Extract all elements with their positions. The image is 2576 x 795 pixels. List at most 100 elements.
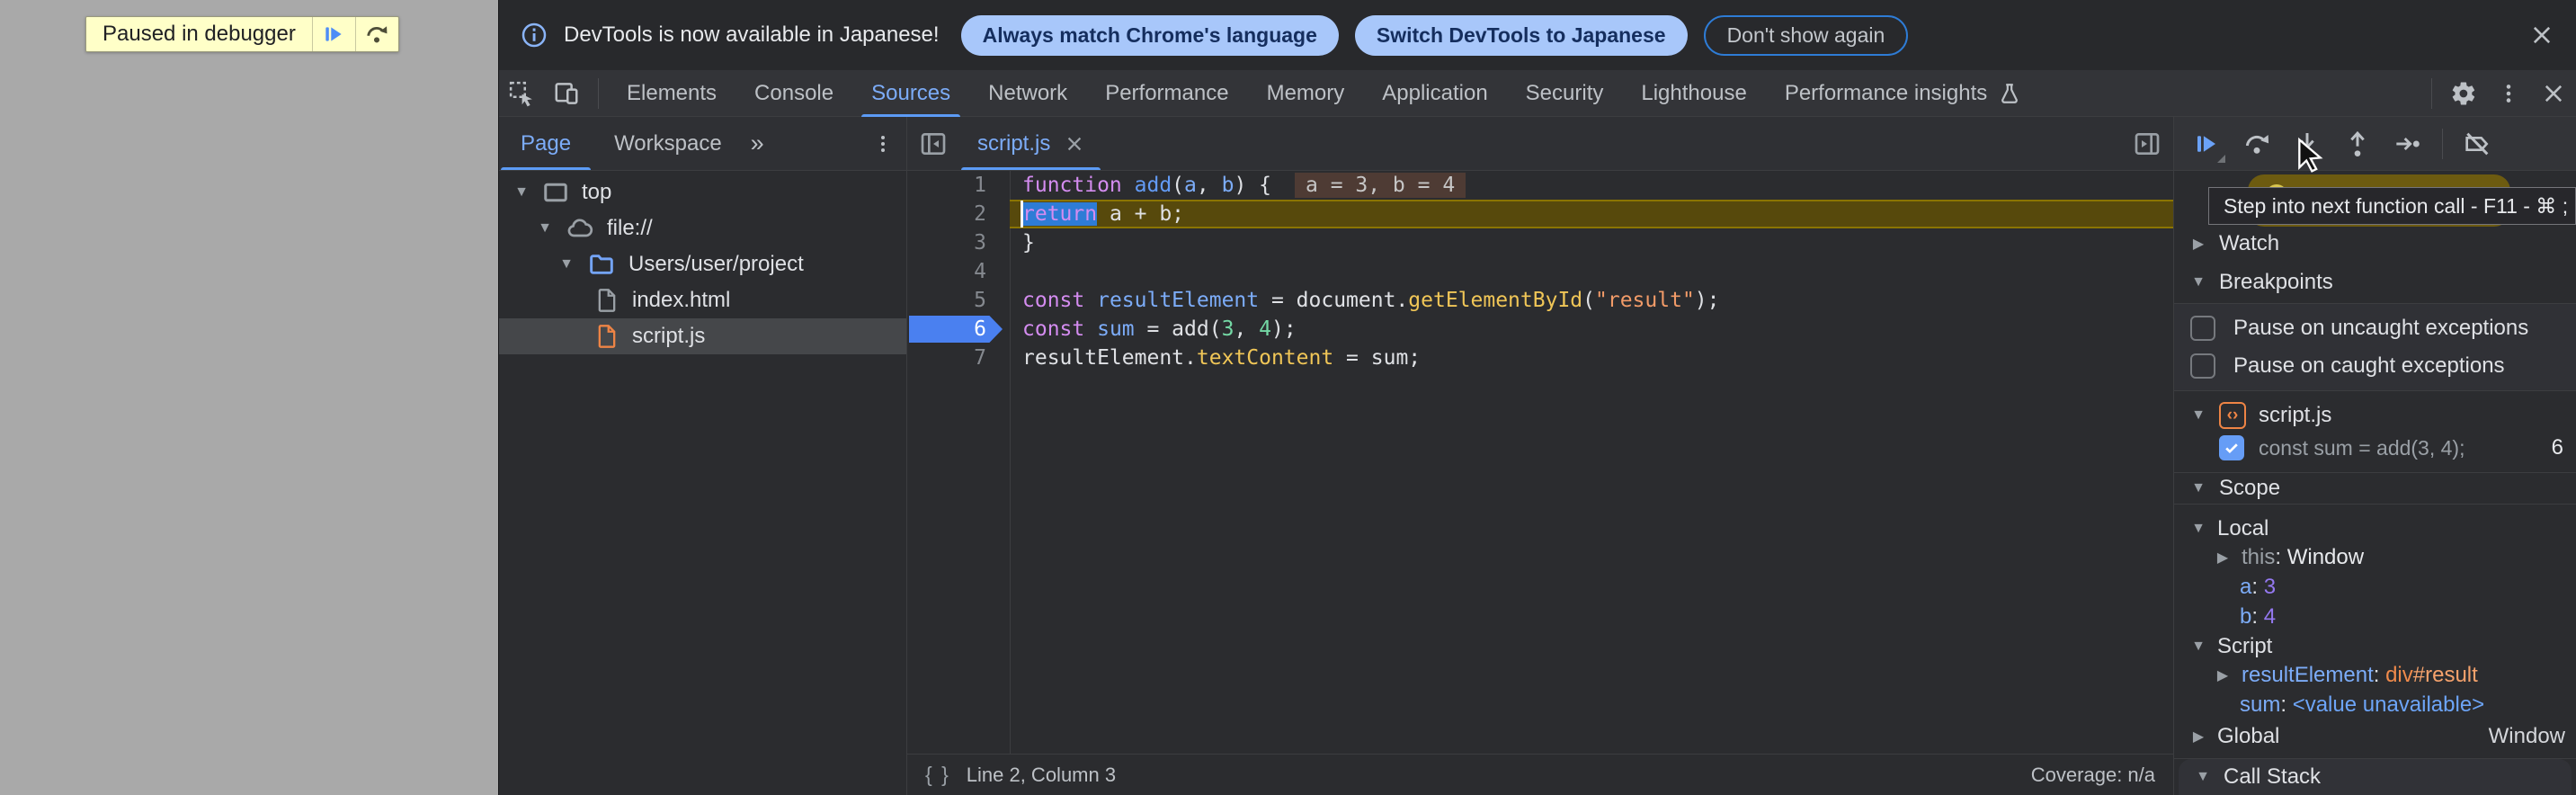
tab-network[interactable]: Network [969, 70, 1086, 117]
breakpoint-entry[interactable]: const sum = add(3, 4); 6 [2174, 432, 2576, 465]
tab-memory[interactable]: Memory [1248, 70, 1364, 117]
scope-var-sum[interactable]: sum: <value unavailable> [2174, 691, 2576, 720]
line-number[interactable]: 1 [907, 174, 1010, 197]
code-line-7[interactable]: 7 resultElement.textContent = sum; [907, 344, 2173, 372]
tab-sources[interactable]: Sources [852, 70, 969, 117]
code-line-2-paused[interactable]: 2 return a + b; [907, 200, 2173, 228]
tab-elements[interactable]: Elements [608, 70, 735, 117]
tab-security[interactable]: Security [1507, 70, 1623, 117]
debugger-sections: ▶ Watch ▼ Breakpoints Pause on uncaught … [2174, 171, 2576, 795]
line-number[interactable]: 5 [907, 289, 1010, 312]
chevron-right-icon[interactable]: ▶ [2215, 666, 2231, 684]
step-over-button[interactable] [2232, 119, 2282, 169]
tab-workspace[interactable]: Workspace [593, 117, 744, 170]
infobar-message: DevTools is now available in Japanese! [564, 22, 940, 48]
checkbox-checked[interactable] [2219, 435, 2244, 460]
chevron-down-icon[interactable]: ▼ [558, 256, 575, 272]
kebab-menu-icon [872, 133, 894, 155]
step-into-tooltip: Step into next function call - F11 - ⌘ ; [2208, 187, 2576, 225]
switch-devtools-japanese-button[interactable]: Switch DevTools to Japanese [1355, 15, 1688, 56]
screen: Paused in debugger DevTools is now avail… [0, 0, 2576, 795]
inspect-element-button[interactable] [499, 70, 544, 117]
line-number[interactable]: 4 [907, 260, 1010, 283]
dont-show-again-button[interactable]: Don't show again [1704, 15, 1909, 56]
scope-var-result-element[interactable]: ▶ resultElement: div#result [2174, 661, 2576, 691]
divider [2174, 390, 2576, 391]
section-breakpoints[interactable]: ▼ Breakpoints [2174, 267, 2576, 299]
step-button[interactable] [2383, 119, 2433, 169]
chevron-down-icon[interactable]: ▼ [537, 220, 553, 237]
tab-application[interactable]: Application [1363, 70, 1506, 117]
overlay-step-over-button[interactable] [355, 17, 398, 51]
section-call-stack[interactable]: ▼ Call Stack [2179, 759, 2572, 795]
more-options-button[interactable] [2486, 70, 2531, 117]
scope-global[interactable]: ▶ Global Window [2174, 719, 2576, 753]
pause-on-caught-exceptions[interactable]: Pause on caught exceptions [2174, 347, 2576, 385]
device-toolbar-button[interactable] [544, 70, 589, 117]
code-editor[interactable]: 1 function add(a, b) {a = 3, b = 4 2 ret… [907, 171, 2173, 754]
chevron-right-icon[interactable]: ▶ [2215, 549, 2231, 567]
code-line-3[interactable]: 3 } [907, 228, 2173, 257]
always-match-language-button[interactable]: Always match Chrome's language [961, 15, 1339, 56]
close-icon[interactable] [1065, 134, 1084, 154]
section-watch[interactable]: ▶ Watch [2174, 228, 2576, 260]
devtools-close-button[interactable] [2531, 70, 2576, 117]
checkbox-unchecked[interactable] [2190, 353, 2215, 379]
editor-tab-script-js[interactable]: script.js [959, 117, 1102, 170]
info-icon [521, 22, 548, 49]
tree-item-index-html[interactable]: index.html [499, 282, 906, 318]
code-line-6[interactable]: 6 const sum = add(3, 4); [907, 315, 2173, 344]
hide-debugger-sidebar-button[interactable] [2121, 117, 2173, 170]
scope-var-this[interactable]: ▶ this: Window [2174, 543, 2576, 573]
chevron-right-icon[interactable]: ▶ [2190, 728, 2206, 746]
infobar-close-button[interactable] [2529, 22, 2554, 48]
infobar: DevTools is now available in Japanese! A… [499, 0, 2576, 70]
checkbox-unchecked[interactable] [2190, 316, 2215, 341]
chevron-down-icon[interactable]: ▼ [2195, 769, 2211, 785]
chevron-right-icon[interactable]: ▶ [2190, 235, 2206, 253]
tab-performance-insights[interactable]: Performance insights [1766, 70, 2040, 117]
section-scope[interactable]: ▼ Scope [2174, 473, 2576, 505]
more-tabs-icon[interactable]: » [744, 130, 771, 157]
scope-script[interactable]: ▼ Script [2174, 631, 2576, 661]
chevron-down-icon[interactable]: ▼ [2190, 480, 2206, 496]
scope-var-a[interactable]: a: 3 [2174, 573, 2576, 603]
navigator-menu-button[interactable] [872, 133, 906, 155]
kebab-menu-icon [2497, 82, 2520, 105]
chevron-down-icon[interactable]: ▼ [2190, 274, 2206, 290]
script-file-icon: ‹› [2219, 402, 2246, 429]
tab-performance[interactable]: Performance [1086, 70, 1247, 117]
code-line-4[interactable]: 4 [907, 257, 2173, 286]
tab-console[interactable]: Console [735, 70, 852, 117]
pretty-print-icon[interactable]: { } [925, 763, 950, 787]
line-number[interactable]: 7 [907, 346, 1010, 370]
line-number[interactable]: 2 [907, 202, 1010, 226]
step-out-icon [2343, 130, 2372, 158]
tab-lighthouse[interactable]: Lighthouse [1622, 70, 1765, 117]
chevron-down-icon[interactable]: ▼ [2190, 521, 2206, 537]
scope-local[interactable]: ▼ Local [2174, 514, 2576, 543]
hide-navigator-button[interactable] [907, 117, 959, 170]
chevron-down-icon[interactable]: ▼ [2190, 407, 2206, 424]
tab-page[interactable]: Page [499, 117, 593, 170]
inline-eval-values: a = 3, b = 4 [1295, 173, 1466, 198]
deactivate-breakpoints-button[interactable] [2452, 119, 2502, 169]
line-number[interactable]: 3 [907, 231, 1010, 255]
scope-var-b[interactable]: b: 4 [2174, 602, 2576, 631]
code-line-5[interactable]: 5 const resultElement = document.getElem… [907, 286, 2173, 315]
step-out-button[interactable] [2332, 119, 2383, 169]
chevron-down-icon[interactable]: ▼ [2190, 639, 2206, 655]
pause-on-uncaught-exceptions[interactable]: Pause on uncaught exceptions [2174, 309, 2576, 347]
tree-item-top[interactable]: ▼ top [499, 174, 906, 210]
tree-item-file-origin[interactable]: ▼ file:// [499, 210, 906, 246]
overlay-resume-button[interactable] [312, 17, 355, 51]
chevron-down-icon[interactable]: ▼ [513, 184, 530, 201]
tree-item-project-folder[interactable]: ▼ Users/user/project [499, 246, 906, 282]
settings-button[interactable] [2441, 70, 2486, 117]
resume-button[interactable] [2181, 119, 2232, 169]
code-line-1[interactable]: 1 function add(a, b) {a = 3, b = 4 [907, 171, 2173, 200]
line-number[interactable]: 6 [907, 317, 1010, 341]
close-icon [2541, 81, 2566, 106]
breakpoint-group-script-js[interactable]: ▼ ‹› script.js [2174, 398, 2576, 432]
tree-item-script-js[interactable]: script.js [499, 318, 906, 354]
